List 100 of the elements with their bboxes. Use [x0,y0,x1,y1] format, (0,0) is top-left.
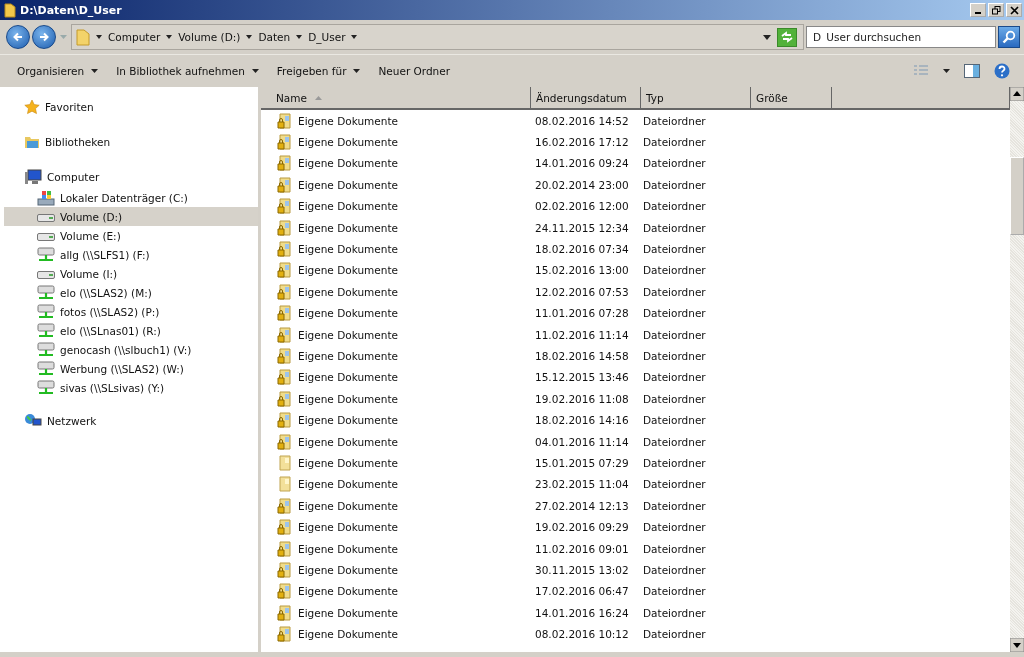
caret-icon[interactable] [296,35,303,39]
locked-folder-icon [277,412,293,429]
file-name[interactable]: Eigene Dokumente [298,435,398,448]
toolbar-button[interactable]: In Bibliothek aufnehmen [107,62,268,80]
file-name[interactable]: Eigene Dokumente [298,307,398,320]
table-cell: Dateiordner [643,606,706,619]
locked-folder-icon [277,369,293,386]
sidebar-item[interactable]: elo (\\SLnas01) (R:) [4,321,258,340]
sidebar-item[interactable]: fotos (\\SLAS2) (P:) [4,302,258,321]
address-bar[interactable]: Computer Volume (D:) Daten D_User [71,24,804,50]
dropdown-icon[interactable] [763,34,771,40]
file-name[interactable]: Eigene Dokumente [298,478,398,491]
file-name[interactable]: Eigene Dokumente [298,628,398,641]
sidebar-item[interactable]: Werbung (\\SLAS2) (W:) [4,359,258,378]
file-name[interactable]: Eigene Dokumente [298,563,398,576]
file-name[interactable]: Eigene Dokumente [298,328,398,341]
caret-icon[interactable] [351,35,358,39]
file-name[interactable]: Eigene Dokumente [298,200,398,213]
sidebar-item[interactable]: Lokaler Datenträger (C:) [4,188,258,207]
locked-folder-icon [277,519,293,536]
table-cell: Dateiordner [643,456,706,469]
file-name[interactable]: Eigene Dokumente [298,243,398,256]
file-name[interactable]: Eigene Dokumente [298,542,398,555]
table-cell: Dateiordner [643,285,706,298]
refresh-button[interactable] [777,27,797,47]
column-header[interactable]: Name [261,87,531,108]
scroll-up-icon[interactable] [1010,87,1024,101]
drive-icon [37,230,55,241]
caret-icon[interactable] [166,35,173,39]
sidebar-item[interactable]: Computer [0,165,258,188]
sidebar-item[interactable]: sivas (\\SLsivas) (Y:) [4,378,258,397]
file-name[interactable]: Eigene Dokumente [298,136,398,149]
file-name[interactable]: Eigene Dokumente [298,499,398,512]
star-icon [24,98,40,115]
file-name[interactable]: Eigene Dokumente [298,221,398,234]
restore-icon [991,5,1001,15]
help-icon[interactable] [994,63,1010,79]
breadcrumb-item[interactable]: D_User [308,31,346,43]
caret-icon[interactable] [246,35,253,39]
network-drive-icon [37,341,55,358]
table-cell: Dateiordner [643,350,706,362]
breadcrumb-item[interactable]: Daten [258,31,291,43]
breadcrumb-item[interactable]: Volume (D:) [178,31,241,43]
scroll-down-icon[interactable] [1010,638,1024,652]
search-button[interactable] [998,26,1020,48]
preview-pane-icon[interactable] [964,64,980,78]
column-header[interactable]: Typ [641,87,751,108]
file-name[interactable]: Eigene Dokumente [298,414,398,427]
sort-caret-icon [315,95,322,100]
back-button[interactable] [6,25,30,49]
table-cell: Dateiordner [643,136,706,149]
forward-button[interactable] [32,25,56,49]
table-cell: Dateiordner [643,157,706,170]
file-name[interactable]: Eigene Dokumente [298,350,398,362]
sidebar-item[interactable]: Volume (D:) [4,207,258,226]
close-button[interactable] [1006,3,1022,17]
toolbar-button[interactable]: Organisieren [8,62,108,80]
table-cell: Dateiordner [643,371,706,384]
search-field[interactable]: D_User durchsuchen [806,26,996,48]
locked-folder-icon [277,219,293,236]
file-name[interactable]: Eigene Dokumente [298,521,398,534]
file-name[interactable]: Eigene Dokumente [298,606,398,619]
locked-folder-icon [277,390,293,407]
toolbar-button[interactable]: Freigeben für [267,62,370,80]
table-cell: Dateiordner [643,521,706,534]
column-header[interactable]: Änderungsdatum [531,87,641,108]
scroll-thumb[interactable] [1010,157,1024,235]
file-name[interactable]: Eigene Dokumente [298,264,398,277]
restore-button[interactable] [988,3,1004,17]
locked-folder-icon [277,112,293,129]
network-drive-icon [37,322,55,339]
sidebar-item[interactable]: Volume (E:) [4,226,258,245]
file-name[interactable]: Eigene Dokumente [298,585,398,598]
table-cell: Dateiordner [643,392,706,405]
sidebar-item[interactable]: Volume (I:) [4,264,258,283]
caret-icon[interactable] [96,35,102,39]
sidebar-item[interactable]: Favoriten [0,95,258,118]
sidebar-item[interactable]: Netzwerk [0,409,258,432]
minimize-button[interactable] [970,3,986,17]
file-name[interactable]: Eigene Dokumente [298,157,398,170]
toolbar-button[interactable]: Neuer Ordner [369,62,460,80]
file-name[interactable]: Eigene Dokumente [298,114,398,127]
breadcrumb-item[interactable]: Computer [108,31,161,43]
column-header[interactable]: Größe [751,87,832,108]
table-cell: 11.01.2016 07:28 [535,307,629,320]
table-cell: Dateiordner [643,307,706,320]
table-cell: 18.02.2016 07:34 [535,243,629,256]
sidebar-item[interactable]: genocash (\\slbuch1) (V:) [4,340,258,359]
table-cell: 19.02.2016 09:29 [535,521,629,534]
sidebar-item[interactable]: allg (\\SLFS1) (F:) [4,245,258,264]
sidebar-item[interactable]: elo (\\SLAS2) (M:) [4,283,258,302]
file-name[interactable]: Eigene Dokumente [298,371,398,384]
file-name[interactable]: Eigene Dokumente [298,392,398,405]
file-name[interactable]: Eigene Dokumente [298,178,398,191]
caret-icon[interactable] [943,69,950,73]
file-name[interactable]: Eigene Dokumente [298,456,398,469]
file-name[interactable]: Eigene Dokumente [298,285,398,298]
scrollbar[interactable] [1010,87,1024,652]
table-cell: 15.02.2016 13:00 [535,264,629,277]
sidebar-item[interactable]: Bibliotheken [0,130,258,153]
